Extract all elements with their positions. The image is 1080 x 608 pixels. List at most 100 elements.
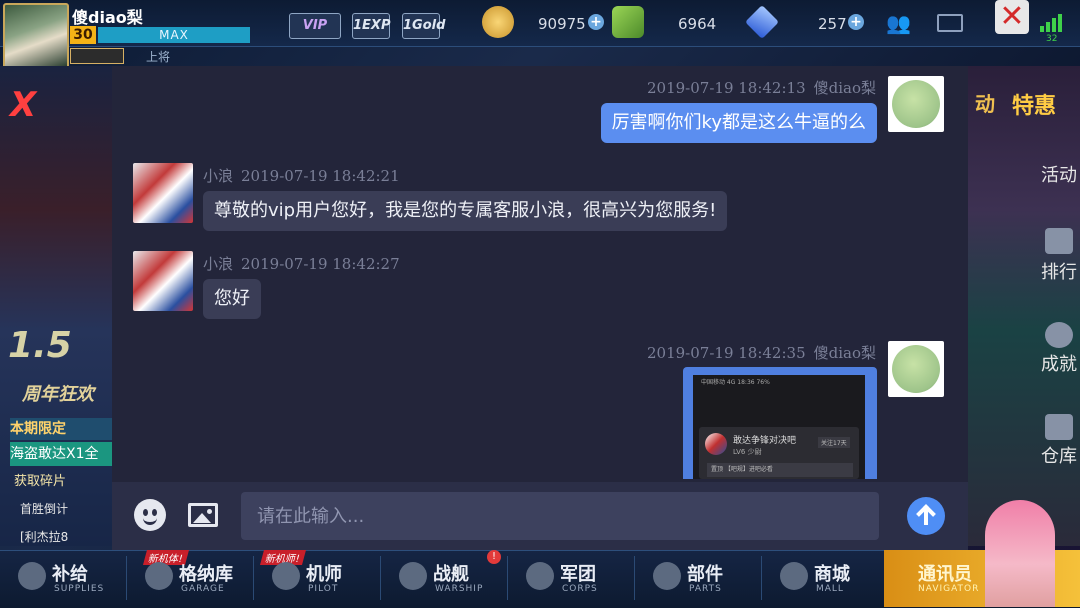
forum-title: 敢达争锋对决吧	[733, 436, 797, 446]
top-bar: 傻diao梨 30 MAX VIP 1EXP 1Gold 90975 + 696…	[0, 0, 1080, 69]
medal-icon	[1045, 322, 1073, 348]
nav-sublabel: CORPS	[562, 584, 598, 594]
parts-icon	[653, 562, 681, 590]
game-logo: X	[10, 85, 37, 125]
rank-label: 上将	[146, 50, 171, 64]
message-bubble-incoming[interactable]: 您好	[203, 279, 261, 319]
gold-boost-badge[interactable]: 1Gold	[402, 13, 445, 39]
exp-boost-badge[interactable]: 1EXP	[352, 13, 390, 39]
message-sender: 小浪	[203, 255, 234, 273]
mail-icon[interactable]	[937, 14, 963, 32]
nav-label: 军团	[560, 564, 596, 585]
nav-label: 商城	[814, 564, 850, 585]
customer-service-chat: 2019-07-19 18:42:13 傻diao梨 厉害啊你们ky都是这么牛逼的…	[112, 66, 968, 550]
vip-badge[interactable]: VIP	[289, 13, 341, 39]
screenshot-thumbnail: 中国移动 4G 18:36 76% 敢达争锋对决吧 LV6 少尉 关注17天 置…	[693, 375, 865, 479]
gold-value: 90975	[538, 15, 586, 33]
warehouse-side-tab[interactable]: 仓库	[1040, 446, 1078, 490]
activity-side-tab[interactable]: 活动	[1040, 165, 1078, 209]
supplies-icon	[18, 562, 46, 590]
nav-warship[interactable]: ! 战舰 WARSHIP	[381, 550, 507, 607]
gem-icon	[612, 6, 644, 38]
event-promo[interactable]: 动	[975, 88, 995, 117]
gem-value: 6964	[678, 15, 717, 33]
close-button[interactable]: ✕	[995, 0, 1029, 34]
ranking-side-tab[interactable]: 排行	[1040, 262, 1078, 306]
nav-pilot[interactable]: 新机师! 机师 PILOT	[254, 550, 380, 607]
nav-label: 补给	[52, 564, 88, 585]
nav-corps[interactable]: 军团 CORPS	[508, 550, 634, 607]
gold-coin-icon	[482, 6, 514, 38]
nav-sublabel: WARSHIP	[435, 584, 484, 594]
nav-parts[interactable]: 部件 PARTS	[635, 550, 761, 607]
signal-level: 32	[1046, 34, 1058, 44]
message-time: 2019-07-19 18:42:13	[647, 79, 806, 97]
exp-bar: MAX	[98, 27, 250, 43]
friends-icon[interactable]: 👥	[886, 11, 912, 35]
add-gold-button[interactable]: +	[588, 14, 604, 30]
nav-sublabel: PILOT	[308, 584, 339, 594]
nav-label: 机师	[306, 564, 342, 585]
navigator-character	[985, 500, 1055, 607]
message-bubble-outgoing[interactable]: 厉害啊你们ky都是这么牛逼的么	[600, 103, 877, 143]
nav-label: 通讯员	[918, 564, 972, 585]
nav-sublabel: PARTS	[689, 584, 722, 594]
garage-icon	[145, 562, 173, 590]
message-header: 2019-07-19 18:42:13 傻diao梨	[639, 77, 876, 98]
image-message[interactable]: 中国移动 4G 18:36 76% 敢达争锋对决吧 LV6 少尉 关注17天 置…	[683, 367, 877, 479]
crystal-value: 257	[818, 15, 847, 33]
agent-avatar[interactable]	[133, 251, 193, 311]
special-offer-promo[interactable]: 特惠	[1012, 88, 1056, 120]
nav-sublabel: SUPPLIES	[54, 584, 105, 594]
left-news-ticker: [利杰拉8	[20, 530, 69, 544]
image-icon-sun	[207, 509, 212, 514]
chat-text-input[interactable]	[241, 492, 879, 540]
nav-label: 格纳库	[179, 564, 233, 585]
player-avatar[interactable]	[3, 3, 69, 69]
message-header: 2019-07-19 18:42:35 傻diao梨	[639, 342, 876, 363]
my-avatar[interactable]	[888, 341, 944, 397]
message-time: 2019-07-19 18:42:27	[241, 255, 400, 273]
image-button[interactable]	[188, 503, 218, 527]
my-avatar[interactable]	[888, 76, 944, 132]
forum-pinned-note: 置顶 【吧规】进吧必看	[707, 463, 853, 477]
message-bubble-incoming[interactable]: 尊敬的vip用户您好，我是您的专属客服小浪，很高兴为您服务!	[203, 191, 728, 231]
screenshot-status-bar: 中国移动 4G 18:36 76%	[701, 379, 770, 386]
nav-sublabel: GARAGE	[181, 584, 225, 594]
crystal-icon	[745, 5, 779, 39]
get-shard-label[interactable]: 获取碎片	[14, 470, 66, 489]
message-sender: 小浪	[203, 167, 234, 185]
nav-sublabel: MALL	[816, 584, 844, 594]
signal-icon	[1040, 10, 1070, 36]
nav-label: 战舰	[433, 564, 469, 585]
player-name: 傻diao梨	[72, 8, 143, 27]
achievement-side-tab[interactable]: 成就	[1040, 354, 1078, 398]
anniversary-label: 周年狂欢	[22, 384, 94, 405]
nav-mall[interactable]: 商城 MALL	[762, 550, 884, 607]
mall-icon	[780, 562, 808, 590]
forum-avatar	[705, 433, 727, 455]
trophy-icon	[1045, 228, 1073, 254]
player-level: 30	[70, 26, 96, 44]
corps-icon	[526, 562, 554, 590]
message-sender: 傻diao梨	[813, 344, 876, 362]
message-header: 小浪 2019-07-19 18:42:21	[203, 165, 400, 186]
message-time: 2019-07-19 18:42:21	[241, 167, 400, 185]
warehouse-icon	[1045, 414, 1073, 440]
warship-icon	[399, 562, 427, 590]
add-crystal-button[interactable]: +	[848, 14, 864, 30]
nav-supplies[interactable]: 补给 SUPPLIES	[0, 550, 126, 607]
agent-avatar[interactable]	[133, 163, 193, 223]
message-time: 2019-07-19 18:42:35	[647, 344, 806, 362]
nav-label: 部件	[687, 564, 723, 585]
nav-garage[interactable]: 新机体! 格纳库 GARAGE	[127, 550, 253, 607]
emoji-icon	[143, 515, 157, 525]
pirate-gundam-banner[interactable]: 海盗敢达X1全	[10, 442, 112, 466]
forum-subtitle: LV6 少尉	[733, 448, 762, 456]
chat-input-bar	[112, 482, 968, 550]
pilot-icon	[272, 562, 300, 590]
anniversary-number: 1.5	[8, 325, 72, 366]
message-sender: 傻diao梨	[813, 79, 876, 97]
emoji-button[interactable]	[134, 499, 166, 531]
send-button[interactable]	[907, 497, 945, 535]
